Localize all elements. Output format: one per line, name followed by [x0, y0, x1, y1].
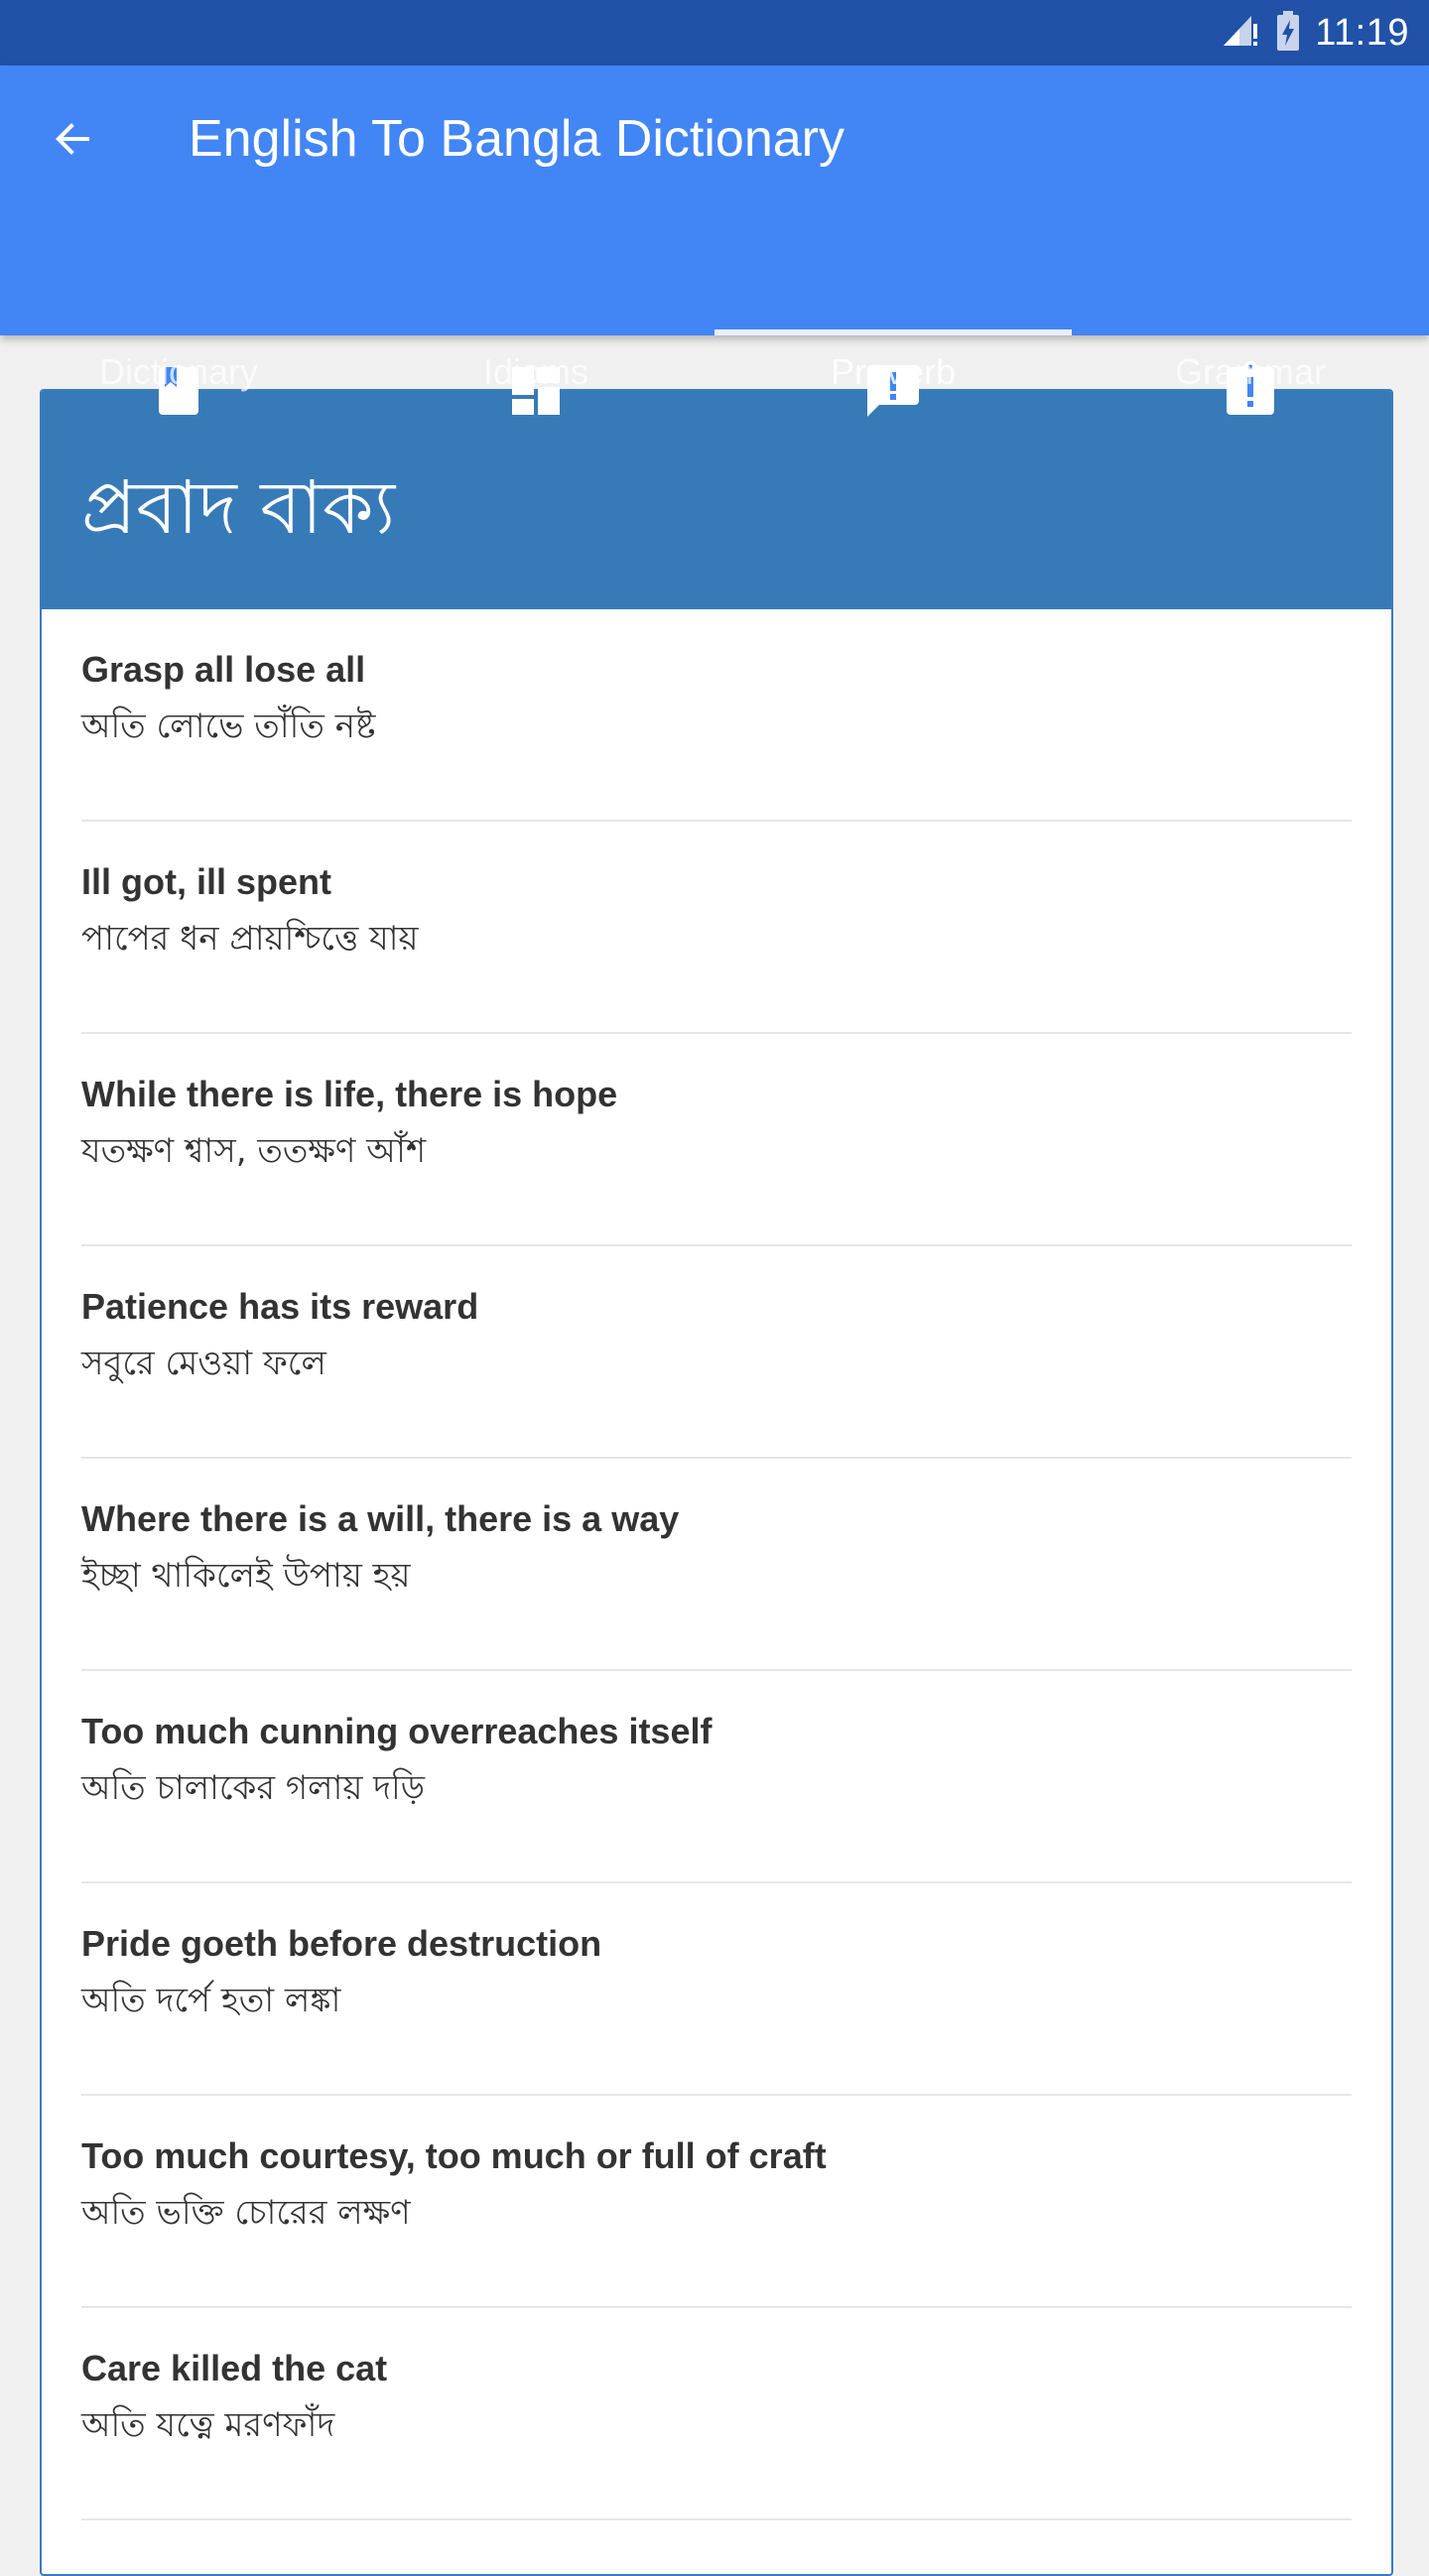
list-item[interactable]: Grasp all lose all অতি লোভে তাঁতি নষ্ট	[81, 609, 1352, 822]
list-item[interactable]: While there is life, there is hope যতক্ষ…	[81, 1034, 1352, 1246]
card-header: প্রবাদ বাক্য	[42, 391, 1391, 609]
proverb-bangla: অতি যত্নে মরণফাঁদ	[81, 2405, 335, 2445]
proverb-english: Care killed the cat	[81, 2348, 388, 2388]
proverb-english: Where there is a will, there is a way	[81, 1498, 680, 1539]
proverb-bangla: সবুরে মেওয়া ফলে	[81, 1344, 326, 1383]
tab-bar: Dictionary Idioms Proverb Grammar	[0, 204, 1429, 417]
list-item[interactable]: Patience has its reward সবুরে মেওয়া ফলে	[81, 1246, 1352, 1459]
tab-dictionary[interactable]: Dictionary	[0, 204, 357, 415]
proverb-bangla: পাপের ধন প্রায়শ্চিত্তে যায়	[81, 919, 419, 959]
proverb-english: Ill got, ill spent	[81, 861, 331, 902]
signal-icon	[1222, 14, 1261, 53]
proverb-english: Patience has its reward	[81, 1286, 479, 1327]
status-bar: 11:19	[0, 0, 1429, 65]
tab-grammar[interactable]: Grammar	[1072, 204, 1429, 415]
tab-label-idioms: Idioms	[482, 351, 589, 392]
app-bar: English To Bangla Dictionary Dictionary	[0, 65, 1429, 417]
list-item[interactable]: Care killed the cat অতি যত্নে মরণফাঁদ	[81, 2308, 1352, 2520]
active-tab-indicator	[714, 329, 1072, 335]
proverb-bangla: অতি দর্পে হতা লঙ্কা	[81, 1981, 341, 2020]
status-time: 11:19	[1315, 11, 1409, 54]
list-item[interactable]: Ill got, ill spent পাপের ধন প্রায়শ্চিত্…	[81, 822, 1352, 1034]
list-item[interactable]: Pride goeth before destruction অতি দর্পে…	[81, 1883, 1352, 2096]
proverb-bangla: অতি লোভে তাঁতি নষ্ট	[81, 707, 376, 746]
proverb-english: Too much cunning overreaches itself	[81, 1711, 713, 1751]
tab-proverb[interactable]: Proverb	[714, 204, 1072, 417]
back-button[interactable]	[40, 107, 107, 175]
proverb-english: Pride goeth before destruction	[81, 1923, 602, 1964]
list-item[interactable]: Too much cunning overreaches itself অতি …	[81, 1671, 1352, 1883]
app-title: English To Bangla Dictionary	[189, 110, 844, 168]
tab-label-grammar: Grammar	[1175, 351, 1326, 392]
proverb-bangla: অতি চালাকের গলায় দড়ি	[81, 1768, 426, 1808]
proverb-card: প্রবাদ বাক্য Grasp all lose all অতি লোভে…	[40, 389, 1393, 2576]
proverb-english: Grasp all lose all	[81, 649, 366, 690]
arrow-back-icon	[50, 115, 97, 168]
list-item[interactable]: Where there is a will, there is a way ইচ…	[81, 1459, 1352, 1671]
proverb-list: Grasp all lose all অতি লোভে তাঁতি নষ্ট I…	[42, 609, 1391, 2520]
battery-charging-icon	[1275, 10, 1301, 56]
proverb-bangla: যতক্ষণ শ্বাস, ততক্ষণ আঁশ	[81, 1131, 427, 1171]
proverb-english: While there is life, there is hope	[81, 1074, 618, 1114]
proverb-bangla: অতি ভক্তি চোরের লক্ষণ	[81, 2193, 411, 2233]
card-title: প্রবাদ বাক্য	[81, 465, 396, 551]
tab-label-proverb: Proverb	[830, 351, 957, 392]
list-item[interactable]: Too much courtesy, too much or full of c…	[81, 2096, 1352, 2308]
proverb-bangla: ইচ্ছা থাকিলেই উপায় হয়	[81, 1556, 411, 1596]
tab-idioms[interactable]: Idioms	[357, 204, 714, 415]
tab-label-dictionary: Dictionary	[98, 351, 259, 392]
proverb-english: Too much courtesy, too much or full of c…	[81, 2135, 827, 2176]
status-icons: 11:19	[1222, 0, 1409, 65]
